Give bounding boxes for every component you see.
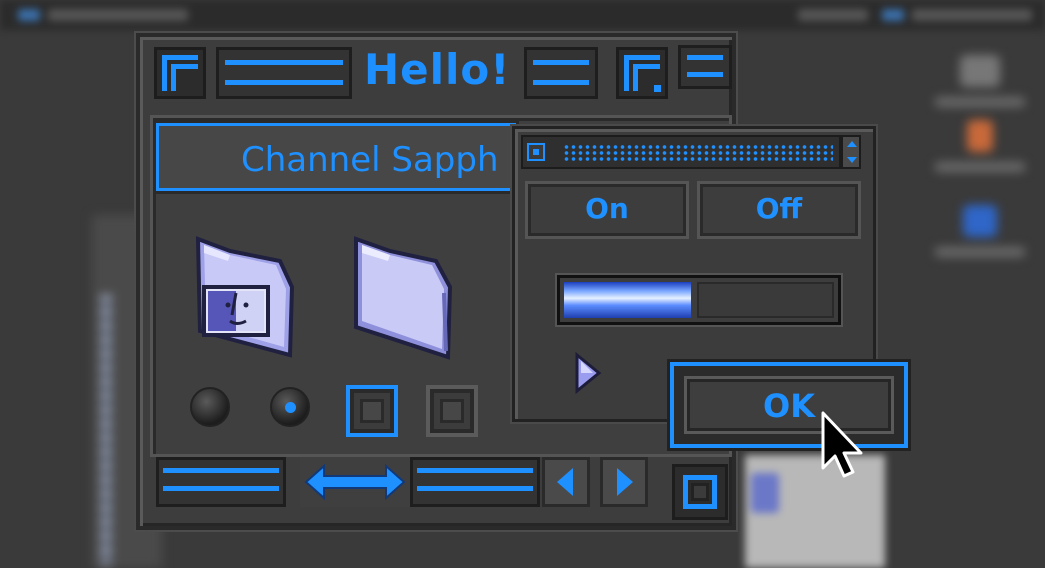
apple-menu-icon [18, 9, 40, 21]
horizontal-scrollbar[interactable] [156, 457, 662, 509]
resize-box[interactable] [672, 464, 728, 520]
off-button[interactable]: Off [697, 181, 861, 239]
progress-fill [564, 282, 691, 318]
close-box[interactable] [154, 47, 206, 99]
menu-bar [0, 0, 1045, 30]
checkbox-checked[interactable] [346, 385, 398, 437]
desktop-icon-label [935, 97, 1025, 107]
ok-button[interactable]: OK [670, 362, 908, 448]
scroll-right-arrow[interactable] [600, 457, 648, 507]
checkbox-unchecked[interactable] [426, 385, 478, 437]
document-icon [963, 205, 997, 237]
dialog-title-dots [563, 144, 833, 162]
resize-box-inner [691, 483, 709, 501]
background-panel-icon [751, 473, 779, 513]
collapse-box[interactable] [678, 45, 732, 89]
menu-items [48, 9, 188, 21]
desktop-icon-label [935, 247, 1025, 257]
radio-button-selected[interactable] [270, 387, 310, 427]
checkbox-inner [440, 399, 464, 423]
finder-folder-icon[interactable] [190, 231, 320, 361]
stripe [533, 80, 589, 85]
dialog-close-box[interactable] [527, 143, 545, 161]
stripe [417, 468, 533, 473]
arrow-pointer-icon [820, 410, 868, 486]
background-scrollbar [100, 295, 112, 565]
desktop-icon-document[interactable] [935, 205, 1025, 257]
on-button[interactable]: On [525, 181, 689, 239]
scroll-left-arrow[interactable] [542, 457, 590, 507]
desktop-icon-label [935, 162, 1025, 172]
radio-dot [285, 402, 296, 413]
stripe [163, 468, 279, 473]
progress-track [697, 282, 834, 318]
stripe [687, 55, 723, 60]
dialog-stepper[interactable] [841, 135, 861, 169]
disclosure-triangle-icon[interactable] [573, 351, 603, 399]
zoom-box[interactable] [616, 47, 668, 99]
zoom-box-dot [654, 85, 661, 92]
menu-clock [798, 9, 868, 21]
app-switcher-label [912, 9, 1032, 21]
window-title: Hello! [364, 45, 511, 94]
text-field-value: Channel Sapph [241, 140, 499, 180]
stripe [687, 72, 723, 77]
stripe [417, 486, 533, 491]
drive-icon [960, 55, 1000, 87]
scroll-track-left[interactable] [156, 457, 286, 507]
app-switcher-icon [882, 9, 904, 21]
title-bar-stripes-right[interactable] [524, 47, 598, 99]
stripe [163, 486, 279, 491]
folder-icon[interactable] [350, 231, 480, 361]
title-bar-stripes-left[interactable] [216, 47, 352, 99]
stripe [225, 80, 343, 85]
stripe [225, 60, 343, 65]
close-box-inner [171, 64, 198, 91]
text-field[interactable]: Channel Sapph [153, 120, 519, 194]
progress-bar [557, 275, 841, 325]
dialog-title-bar[interactable] [521, 135, 841, 169]
stripe [533, 60, 589, 65]
desktop-icon-drive[interactable] [935, 55, 1025, 107]
app-icon [967, 120, 993, 152]
desktop-icon-app[interactable] [935, 120, 1025, 172]
scroll-thumb[interactable] [300, 457, 410, 507]
checkbox-inner [360, 399, 384, 423]
scroll-track-right[interactable] [410, 457, 540, 507]
radio-button-unselected[interactable] [190, 387, 230, 427]
